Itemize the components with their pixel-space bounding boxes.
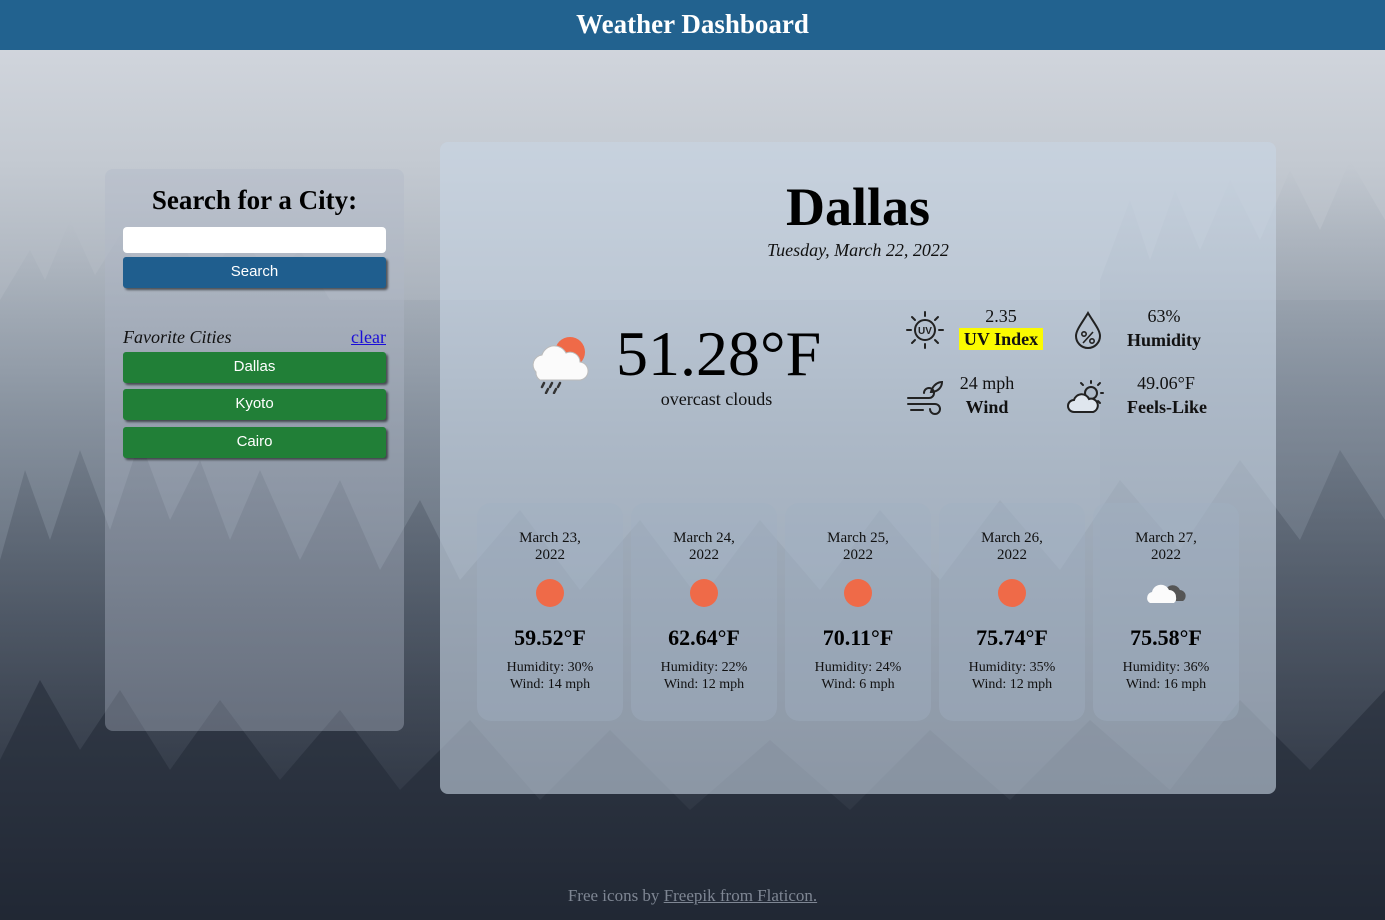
forecast-date: March 25, 2022 <box>827 530 889 563</box>
uv-sun-icon: UV <box>906 311 944 349</box>
city-name: Dallas <box>785 177 931 237</box>
wind-label: Wind <box>965 397 1009 417</box>
forecast-humidity: Humidity: 22% <box>660 660 748 675</box>
humidity-value: 63% <box>1147 306 1181 326</box>
wind-value: 24 mph <box>959 373 1015 393</box>
forecast-date: March 27, 2022 <box>1135 530 1197 563</box>
favorite-city-cairo-button[interactable]: Cairo <box>123 427 386 458</box>
forecast-date: March 26, 2022 <box>981 530 1043 563</box>
forecast-humidity: Humidity: 30% <box>506 660 594 675</box>
forecast-temperature: 70.11°F <box>822 625 894 650</box>
forecast-humidity: Humidity: 35% <box>968 660 1056 675</box>
forecast-temperature: 62.64°F <box>668 625 740 650</box>
uv-index-label: UV Index <box>955 328 1047 350</box>
footer-credits: Free icons by Freepik from Flaticon. <box>0 886 1385 906</box>
forecast-temperature: 75.58°F <box>1130 625 1202 650</box>
flaticon-credit-link[interactable]: Freepik from Flaticon. <box>664 886 817 905</box>
favorite-cities-label: Favorite Cities <box>123 327 232 347</box>
feels-like-label: Feels-Like <box>1127 397 1207 417</box>
feels-like-value: 49.06°F <box>1137 373 1195 393</box>
forecast-card: March 24, 2022 62.64°F Humidity: 22% Wind… <box>631 503 777 721</box>
clear-favorites-link[interactable]: clear <box>351 327 386 348</box>
sun-icon <box>998 579 1026 607</box>
current-temperature: 51.28°F <box>616 318 822 389</box>
forecast-humidity: Humidity: 36% <box>1122 660 1210 675</box>
app-header: Weather Dashboard <box>0 0 1385 50</box>
current-weather-panel: Dallas Tuesday, March 22, 2022 51.28°F o… <box>440 142 1276 794</box>
favorite-city-kyoto-button[interactable]: Kyoto <box>123 389 386 420</box>
rain-cloud-sun-icon <box>532 337 589 394</box>
forecast-card: March 25, 2022 70.11°F Humidity: 24% Wind… <box>785 503 931 721</box>
forecast-date: March 23, 2022 <box>519 530 581 563</box>
footer-text: Free icons by <box>567 886 660 905</box>
uv-index-value: 2.35 <box>985 306 1017 326</box>
search-button[interactable]: Search <box>123 257 386 288</box>
forecast-card: March 23, 2022 59.52°F Humidity: 30% Wind… <box>477 503 623 721</box>
app-title: Weather Dashboard <box>576 9 809 39</box>
forecast-wind: Wind: 12 mph <box>663 677 745 692</box>
favorite-city-dallas-button[interactable]: Dallas <box>123 352 386 383</box>
feels-like-cloud-sun-icon <box>1067 380 1104 413</box>
forecast-temperature: 75.74°F <box>976 625 1048 650</box>
forecast-date: March 24, 2022 <box>673 530 735 563</box>
sun-icon <box>844 579 872 607</box>
wind-icon <box>907 380 944 415</box>
svg-text:UV: UV <box>918 326 932 337</box>
weather-description: overcast clouds <box>660 389 773 409</box>
current-date: Tuesday, March 22, 2022 <box>767 240 949 260</box>
sun-icon <box>690 579 718 607</box>
forecast-wind: Wind: 16 mph <box>1125 677 1207 692</box>
forecast-card: March 26, 2022 75.74°F Humidity: 35% Wind… <box>939 503 1085 721</box>
forecast-humidity: Humidity: 24% <box>814 660 902 675</box>
forecast-card: March 27, 2022 75.58°F Humidity: 36% Wind… <box>1093 503 1239 721</box>
humidity-drop-icon <box>1074 311 1102 349</box>
city-search-input[interactable] <box>123 227 386 253</box>
forecast-temperature: 59.52°F <box>514 625 586 650</box>
forecast-wind: Wind: 12 mph <box>971 677 1053 692</box>
cloud-icon <box>1147 584 1186 603</box>
humidity-label: Humidity <box>1126 330 1201 350</box>
forecast-wind: Wind: 14 mph <box>509 677 591 692</box>
search-sidebar: Search for a City: Search Favorite Citie… <box>105 169 404 731</box>
search-heading: Search for a City: <box>151 185 358 215</box>
sun-icon <box>536 579 564 607</box>
forecast-wind: Wind: 6 mph <box>821 677 895 692</box>
